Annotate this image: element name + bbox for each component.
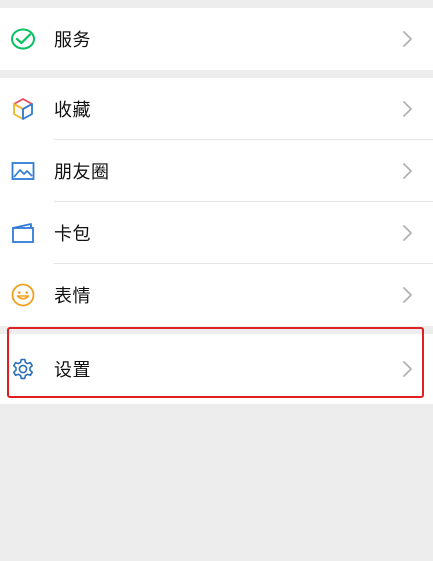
menu-item-label: 服务 xyxy=(54,30,91,51)
chevron-right-icon xyxy=(403,31,412,47)
menu-item-card-wallet[interactable]: 卡包 xyxy=(0,202,433,264)
menu-item-service[interactable]: 服务 xyxy=(0,8,433,70)
menu-item-label: 设置 xyxy=(54,360,91,381)
menu-item-label: 表情 xyxy=(54,286,91,307)
menu-item-label: 收藏 xyxy=(54,100,91,121)
smiley-icon xyxy=(10,282,36,308)
me-page-menu: 服务 收藏 朋友圈 卡包 表情 设置 xyxy=(0,0,433,561)
chevron-right-icon xyxy=(403,287,412,303)
menu-item-stickers[interactable]: 表情 xyxy=(0,264,433,326)
wechat-pay-check-icon xyxy=(10,26,36,52)
favorites-cube-icon xyxy=(10,96,36,122)
menu-item-label: 朋友圈 xyxy=(54,162,110,183)
menu-item-settings[interactable]: 设置 xyxy=(0,334,433,404)
group-spacer xyxy=(0,326,433,334)
chevron-right-icon xyxy=(403,361,412,377)
menu-group-service: 服务 xyxy=(0,8,433,70)
menu-item-label: 卡包 xyxy=(54,224,91,245)
menu-item-moments[interactable]: 朋友圈 xyxy=(0,140,433,202)
menu-item-favorites[interactable]: 收藏 xyxy=(0,78,433,140)
gear-icon xyxy=(10,356,36,382)
chevron-right-icon xyxy=(403,101,412,117)
chevron-right-icon xyxy=(403,163,412,179)
chevron-right-icon xyxy=(403,225,412,241)
card-wallet-icon xyxy=(10,220,36,246)
moments-image-icon xyxy=(10,158,36,184)
menu-group-main: 收藏 朋友圈 卡包 表情 设置 xyxy=(0,78,433,404)
